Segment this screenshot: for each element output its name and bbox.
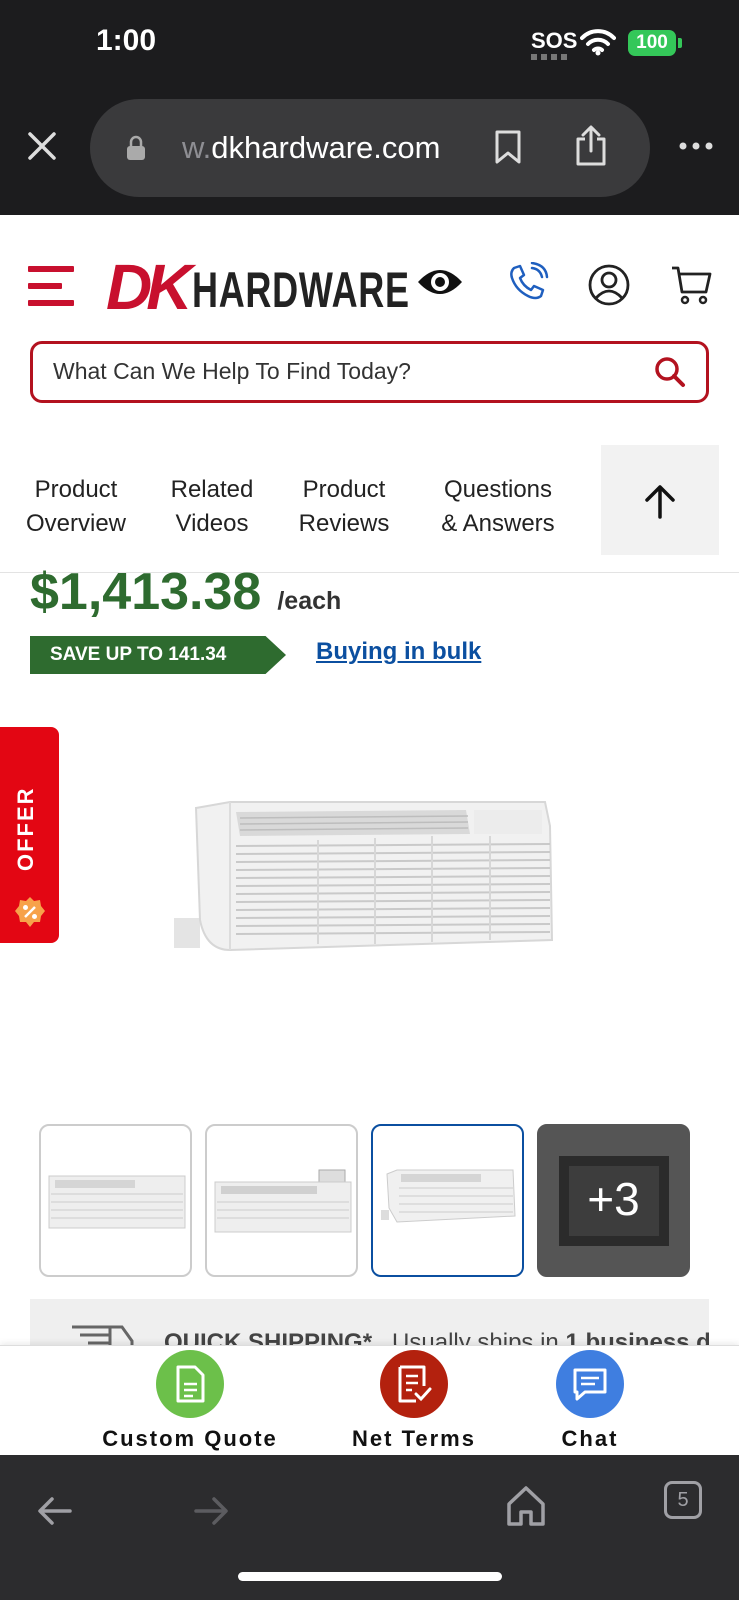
- tab-label-line1: Product: [34, 476, 118, 503]
- shipping-prefix: Usually ships in: [392, 1329, 566, 1345]
- account-icon[interactable]: [588, 264, 630, 306]
- offer-tab[interactable]: OFFER: [0, 727, 59, 943]
- tab-product-reviews[interactable]: Product Reviews: [292, 473, 396, 541]
- eye-icon[interactable]: [416, 264, 464, 300]
- product-main-image[interactable]: [170, 800, 570, 980]
- tab-label-line2: Videos: [175, 510, 249, 537]
- tab-label-line2: Overview: [25, 510, 127, 537]
- forward-icon[interactable]: [192, 1495, 230, 1527]
- tab-related-videos[interactable]: Related Videos: [160, 473, 264, 541]
- scroll-to-top-button[interactable]: [601, 445, 719, 555]
- shipping-info: QUICK SHIPPING* Usually ships in 1 busin…: [30, 1299, 709, 1345]
- tab-product-overview[interactable]: Product Overview: [22, 473, 130, 541]
- battery-tip: [678, 38, 682, 48]
- tab-label-line2: Reviews: [298, 510, 390, 537]
- tab-questions-answers[interactable]: Questions & Answers: [428, 473, 568, 541]
- share-icon[interactable]: [574, 125, 608, 167]
- thumbnail-image: [381, 1169, 516, 1223]
- logo-dk: DK: [106, 251, 192, 323]
- status-sos: SOS: [531, 28, 578, 53]
- cart-icon[interactable]: [670, 264, 712, 306]
- tabs-count-button[interactable]: 5: [664, 1481, 702, 1519]
- buying-in-bulk-link[interactable]: Buying in bulk: [316, 638, 481, 666]
- home-icon[interactable]: [506, 1485, 546, 1527]
- battery-indicator: 100: [628, 30, 676, 56]
- thumbnail-image: [214, 1169, 352, 1233]
- truck-icon: [72, 1325, 134, 1345]
- tab-label-line1: Questions: [443, 476, 553, 503]
- net-terms-label: Net Terms: [352, 1426, 476, 1451]
- browser-top-bar: 1:00 SOS 100 w.dkhardware.com: [0, 0, 739, 215]
- chat-button[interactable]: Chat: [540, 1350, 640, 1452]
- tab-label-line2: & Answers: [441, 510, 555, 537]
- thumbnail-2[interactable]: [205, 1124, 358, 1277]
- url-domain: dkhardware.com: [211, 130, 441, 165]
- bookmark-icon[interactable]: [494, 129, 522, 165]
- discount-badge-icon: [15, 897, 45, 927]
- more-icon[interactable]: [678, 138, 714, 154]
- url-text[interactable]: w.dkhardware.com: [182, 130, 440, 166]
- product-tab-nav: Product Overview Related Videos Product …: [0, 445, 739, 573]
- price-row: $1,413.38 /each: [30, 566, 341, 618]
- offer-label: OFFER: [13, 786, 38, 871]
- shipping-text: QUICK SHIPPING* Usually ships in 1 busin…: [164, 1329, 709, 1345]
- save-badge: SAVE UP TO 141.34: [30, 636, 286, 674]
- custom-quote-button[interactable]: Custom Quote: [100, 1350, 280, 1452]
- more-images-count: +3: [587, 1173, 640, 1225]
- thumbnail-3[interactable]: [371, 1124, 524, 1277]
- home-indicator: [238, 1572, 502, 1581]
- signal-dots-icon: [531, 54, 571, 60]
- quick-action-bar: Custom Quote Net Terms Chat: [0, 1345, 739, 1455]
- logo-hardware: HARDWARE: [192, 262, 411, 318]
- phone-icon[interactable]: [506, 262, 550, 302]
- tab-label-line1: Product: [302, 476, 386, 503]
- product-price: $1,413.38: [30, 563, 262, 621]
- search-box[interactable]: [30, 341, 709, 403]
- terms-icon: [380, 1350, 448, 1418]
- menu-icon[interactable]: [28, 264, 76, 308]
- price-unit: /each: [277, 587, 342, 615]
- custom-quote-label: Custom Quote: [102, 1426, 278, 1451]
- document-icon: [156, 1350, 224, 1418]
- address-bar[interactable]: w.dkhardware.com: [90, 99, 650, 197]
- search-icon[interactable]: [654, 356, 686, 388]
- lock-icon: [127, 135, 145, 160]
- arrow-up-icon: [645, 485, 675, 519]
- thumbnail-image: [48, 1175, 186, 1229]
- browser-bottom-bar: 5: [0, 1455, 739, 1600]
- thumbnail-1[interactable]: [39, 1124, 192, 1277]
- tab-label-line1: Related: [170, 476, 254, 503]
- url-faded: w.: [182, 130, 212, 165]
- shipping-title: QUICK SHIPPING*: [164, 1329, 373, 1345]
- close-icon[interactable]: [24, 128, 60, 164]
- chat-icon: [556, 1350, 624, 1418]
- back-icon[interactable]: [36, 1495, 74, 1527]
- status-time: 1:00: [96, 24, 157, 57]
- thumbnail-more[interactable]: +3: [537, 1124, 690, 1277]
- wifi-icon: [580, 29, 616, 56]
- search-input[interactable]: [53, 358, 613, 385]
- net-terms-button[interactable]: Net Terms: [342, 1350, 486, 1452]
- shipping-days: 1 business day: [565, 1329, 709, 1345]
- chat-label: Chat: [561, 1426, 619, 1451]
